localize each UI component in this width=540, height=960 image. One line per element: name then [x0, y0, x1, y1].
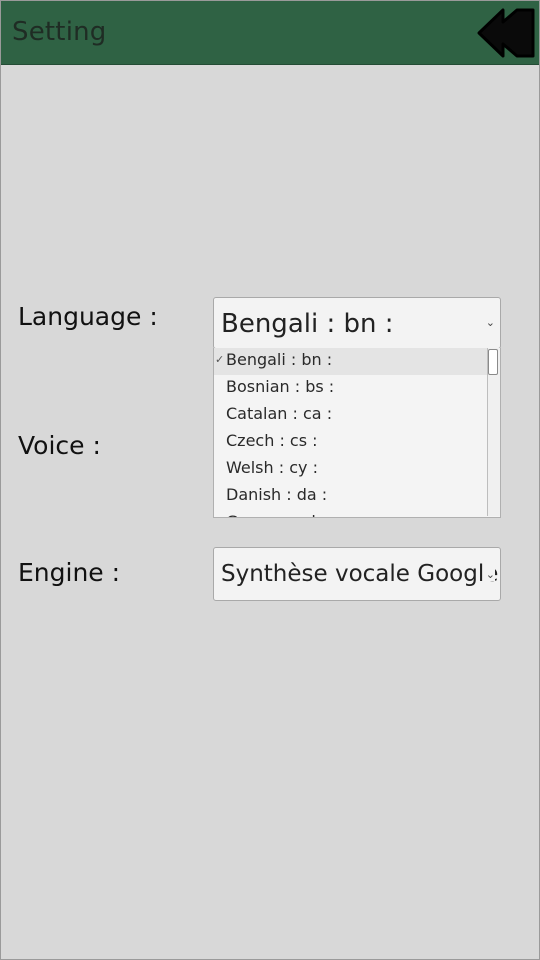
language-option-label: Catalan : ca :	[226, 404, 333, 423]
engine-select[interactable]: Synthèse vocale Google ⌄	[213, 547, 501, 601]
language-option[interactable]: Danish : da :	[214, 483, 490, 510]
settings-screen: Setting Language : Bengali : bn : ⌄ Voic…	[0, 0, 540, 960]
language-option[interactable]: Welsh : cy :	[214, 456, 490, 483]
language-option[interactable]: German : de :	[214, 510, 490, 517]
dropdown-options: ✓ Bengali : bn : Bosnian : bs : Catalan : c…	[214, 348, 490, 517]
scrollbar-thumb[interactable]	[488, 349, 498, 375]
back-button[interactable]	[477, 5, 537, 61]
language-selected-value: Bengali : bn :	[221, 309, 394, 339]
language-option-label: Czech : cs :	[226, 431, 318, 450]
language-option[interactable]: Czech : cs :	[214, 429, 490, 456]
chevron-down-icon: ⌄	[485, 316, 495, 329]
chevron-down-icon: ⌄	[483, 568, 495, 581]
check-icon: ✓	[215, 353, 225, 366]
voice-label: Voice :	[18, 431, 101, 460]
engine-selected-value: Synthèse vocale Google	[221, 561, 499, 587]
language-option-label: Danish : da :	[226, 485, 328, 504]
back-arrow-icon	[477, 8, 535, 58]
language-option[interactable]: Catalan : ca :	[214, 402, 490, 429]
language-option-label: Bosnian : bs :	[226, 377, 335, 396]
language-dropdown-list[interactable]: ✓ Bengali : bn : Bosnian : bs : Catalan : c…	[213, 348, 501, 518]
language-option-label: Bengali : bn :	[226, 350, 333, 369]
dropdown-scrollbar[interactable]	[487, 348, 500, 516]
language-option-label: Welsh : cy :	[226, 458, 318, 477]
language-option[interactable]: ✓ Bengali : bn :	[214, 348, 490, 375]
language-select[interactable]: Bengali : bn : ⌄	[213, 297, 501, 349]
header-bar: Setting	[1, 1, 539, 65]
page-title: Setting	[12, 17, 107, 47]
language-option[interactable]: Bosnian : bs :	[214, 375, 490, 402]
language-option-label: German : de :	[226, 512, 336, 517]
engine-label: Engine :	[18, 558, 121, 587]
language-label: Language :	[18, 302, 158, 331]
